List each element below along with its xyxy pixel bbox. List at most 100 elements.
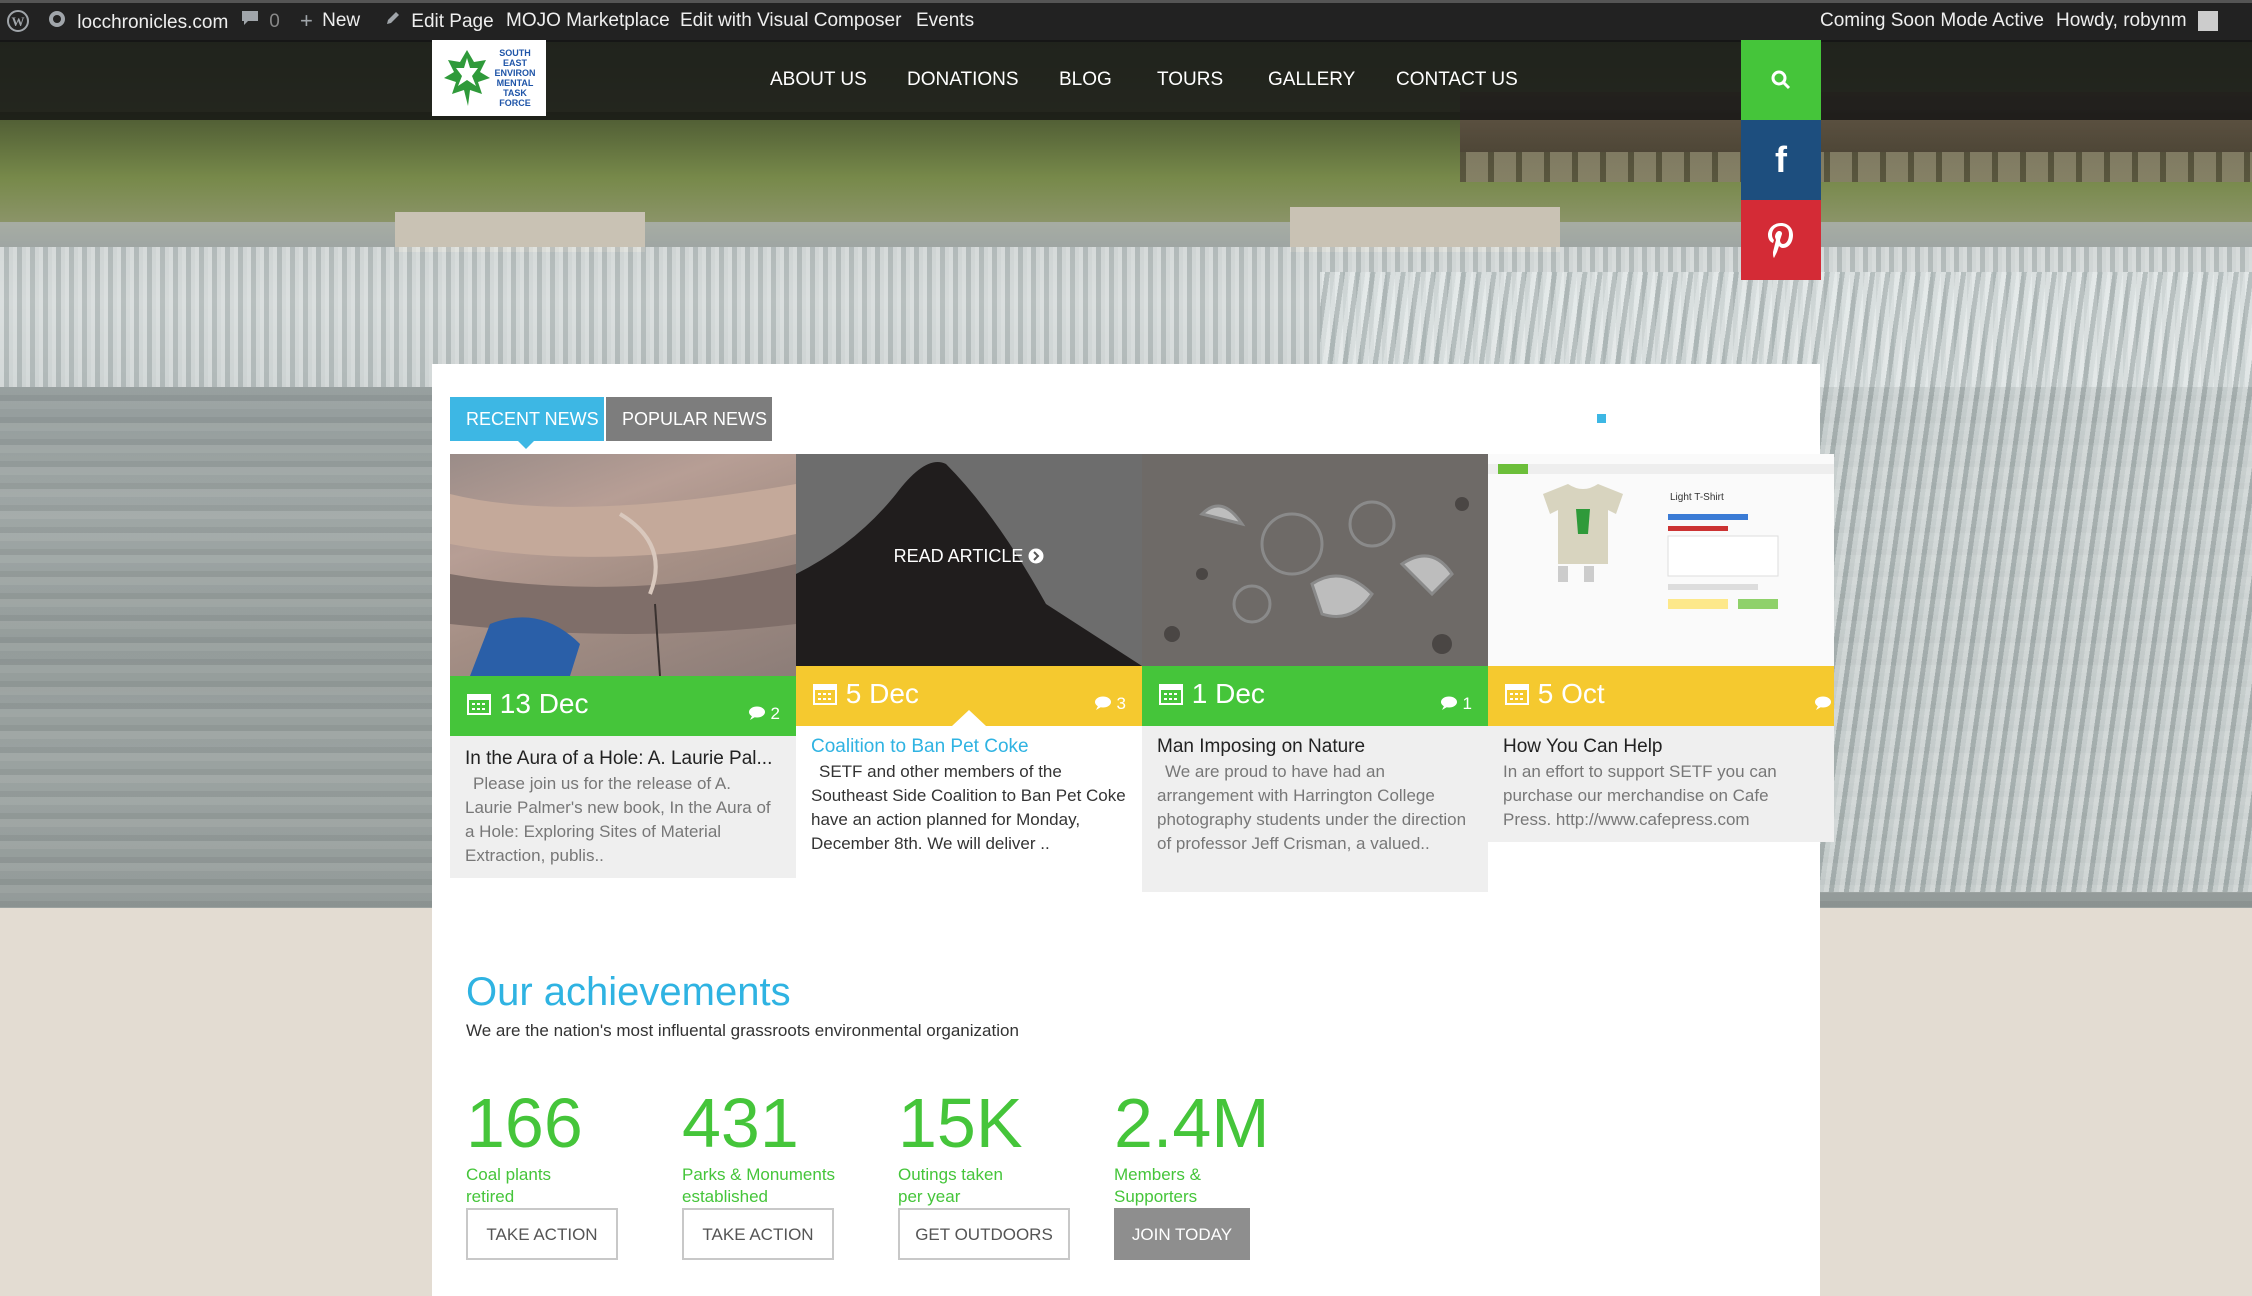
card-title-2[interactable]: Coalition to Ban Pet Coke	[811, 736, 1127, 758]
search-icon	[1771, 70, 1791, 90]
news-card-image-merch[interactable]: Light T-Shirt	[1488, 454, 1834, 666]
card-comments-1[interactable]: 2	[748, 704, 780, 724]
card-excerpt-1: Please join us for the release of A. Lau…	[465, 774, 771, 865]
facebook-button[interactable]: f	[1741, 120, 1821, 200]
plus-icon: +	[300, 8, 313, 33]
card-excerpt-2: SETF and other members of the Southeast …	[811, 762, 1126, 853]
active-card-pointer	[952, 710, 986, 726]
edit-page-label: Edit Page	[411, 10, 494, 32]
facebook-icon: f	[1775, 139, 1787, 180]
comment-icon	[1094, 694, 1117, 713]
news-card-bar-4: 5 Oct	[1488, 666, 1834, 726]
join-today-button[interactable]: JOIN TODAY	[1114, 1208, 1250, 1260]
news-card-image-petcoke[interactable]: READ ARTICLE	[796, 454, 1142, 666]
new-content-link[interactable]: + New	[300, 9, 360, 33]
take-action-button-1[interactable]: TAKE ACTION	[466, 1208, 618, 1260]
card-date-4: 5 Oct	[1504, 678, 1605, 710]
news-card-image-nature[interactable]	[1142, 454, 1488, 666]
edit-page-link[interactable]: Edit Page	[384, 9, 494, 33]
calendar-icon	[1158, 678, 1192, 709]
card-title-1[interactable]: In the Aura of a Hole: A. Laurie Pal...	[465, 748, 781, 770]
stat-label: Outings taken per year	[898, 1165, 1003, 1206]
card-excerpt-3: We are proud to have had an arrangement …	[1157, 762, 1467, 853]
nav-contact-us[interactable]: CONTACT US	[1396, 68, 1518, 92]
news-card-body-2: Coalition to Ban Pet Coke SETF and other…	[796, 726, 1142, 888]
hero-bridge-rails	[1460, 152, 2252, 182]
news-card-image-mine[interactable]	[450, 454, 796, 676]
site-header	[0, 40, 2252, 120]
calendar-icon	[812, 678, 846, 709]
stat-label: Members & Supporters	[1114, 1165, 1201, 1206]
nav-blog[interactable]: BLOG	[1059, 68, 1112, 92]
svg-text:W: W	[12, 14, 25, 29]
avatar	[2197, 10, 2218, 31]
wordpress-logo-icon[interactable]: W	[6, 9, 30, 33]
comment-icon	[1814, 694, 1832, 713]
nav-about-us[interactable]: ABOUT US	[770, 68, 867, 92]
news-card-bar-1: 13 Dec 2	[450, 676, 796, 736]
leaf-logo-icon	[444, 50, 490, 106]
card-title-4[interactable]: How You Can Help	[1503, 736, 1819, 758]
new-label: New	[322, 10, 361, 32]
stat-coal-plants: 166 Coal plants retired	[466, 1082, 666, 1208]
comments-count: 0	[269, 10, 280, 32]
card-comments-count-2: 3	[1116, 694, 1126, 713]
hero-weir-left	[395, 212, 645, 252]
carousel-dot[interactable]	[1597, 414, 1606, 423]
stat-number: 2.4M	[1114, 1084, 1270, 1162]
comments-link[interactable]: 0	[240, 9, 280, 33]
tab-popular-news[interactable]: POPULAR NEWS	[606, 397, 772, 441]
stat-members: 2.4M Members & Supporters	[1114, 1082, 1314, 1208]
home-icon	[46, 9, 68, 36]
stat-outings: 15K Outings taken per year	[898, 1082, 1098, 1208]
logo-text: SOUTH EAST ENVIRON MENTAL TASK FORCE	[494, 48, 536, 108]
card-comments-4[interactable]	[1814, 694, 1832, 714]
pinterest-icon	[1768, 223, 1793, 258]
tab-recent-news[interactable]: RECENT NEWS	[450, 397, 604, 441]
achievements-title: Our achievements	[466, 970, 791, 1014]
nav-tours[interactable]: TOURS	[1157, 68, 1223, 92]
comment-bubble-icon	[240, 9, 260, 34]
card-title-3[interactable]: Man Imposing on Nature	[1157, 736, 1473, 758]
site-name-link[interactable]: locchronicles.com	[46, 9, 228, 33]
news-card-body-3: Man Imposing on Nature We are proud to h…	[1142, 726, 1488, 892]
card-comments-2[interactable]: 3	[1094, 694, 1126, 714]
coming-soon-link[interactable]: Coming Soon Mode Active	[1820, 9, 2044, 33]
visual-composer-link[interactable]: Edit with Visual Composer	[680, 9, 901, 33]
news-card-body-4: How You Can Help In an effort to support…	[1488, 726, 1834, 842]
admin-bar-top-line	[0, 0, 2252, 3]
pencil-icon	[384, 9, 402, 34]
hero-weir-right	[1290, 207, 1560, 252]
nav-donations[interactable]: DONATIONS	[907, 68, 1019, 92]
tab-popular-news-label: POPULAR NEWS	[622, 409, 768, 429]
get-outdoors-button[interactable]: GET OUTDOORS	[898, 1208, 1070, 1260]
admin-bar: W locchronicles.com 0 + New Edit Page MO…	[0, 0, 2252, 42]
news-card-bar-2: 5 Dec 3	[796, 666, 1142, 726]
stat-number: 166	[466, 1084, 583, 1162]
card-date-1: 13 Dec	[466, 688, 589, 720]
account-link[interactable]: Howdy, robynm	[2056, 9, 2218, 33]
stat-parks: 431 Parks & Monuments established	[682, 1082, 882, 1208]
card-excerpt-4: In an effort to support SETF you can pur…	[1503, 762, 1777, 829]
read-article-label: READ ARTICLE	[893, 546, 1024, 566]
tab-recent-news-label: RECENT NEWS	[466, 409, 599, 429]
active-tab-pointer	[517, 440, 535, 449]
stat-label: Coal plants retired	[466, 1165, 552, 1206]
stat-number: 431	[682, 1084, 799, 1162]
card-date-text-4: 5 Oct	[1537, 678, 1605, 709]
scrap-metal-photo	[1142, 454, 1488, 666]
card-comments-3[interactable]: 1	[1440, 694, 1472, 714]
take-action-button-2[interactable]: TAKE ACTION	[682, 1208, 834, 1260]
nav-gallery[interactable]: GALLERY	[1268, 68, 1355, 92]
card-comments-count-3: 1	[1462, 694, 1472, 713]
search-button[interactable]	[1741, 40, 1821, 120]
card-date-text-2: 5 Dec	[845, 678, 919, 709]
site-name-label: locchronicles.com	[77, 11, 229, 33]
news-card-body-1: In the Aura of a Hole: A. Laurie Pal... …	[450, 736, 796, 878]
news-card-bar-3: 1 Dec 1	[1142, 666, 1488, 726]
events-link[interactable]: Events	[916, 9, 974, 33]
mojo-marketplace-link[interactable]: MOJO Marketplace	[506, 9, 670, 33]
pinterest-button[interactable]	[1741, 200, 1821, 280]
read-article-link[interactable]: READ ARTICLE	[796, 546, 1142, 567]
site-logo[interactable]: SOUTH EAST ENVIRON MENTAL TASK FORCE	[432, 40, 546, 116]
